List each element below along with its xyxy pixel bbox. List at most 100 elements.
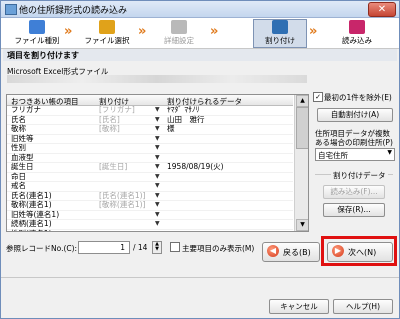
chevron-down-icon[interactable]: ▼: [155, 154, 160, 162]
step-assign: 割り付け: [253, 19, 307, 48]
exclude-first-label: 最初の1件を除外(E): [324, 93, 392, 102]
import-dialog: 他の住所録形式の読み込み ✕ ファイル種別 » ファイル選択 » 詳細設定 » …: [0, 0, 400, 319]
cell-assign[interactable]: [フリガナ]: [99, 106, 135, 114]
step-arrow-icon: »: [138, 24, 147, 39]
ref-total: / 14: [133, 243, 148, 252]
chevron-down-icon[interactable]: ▼: [155, 135, 160, 143]
cell-item: 旧姓等(連名1): [11, 209, 60, 219]
print-address-note: 住所項目データが複数ある場合の印刷住所(P): [315, 129, 393, 147]
cell-item: 敬称(連名1): [11, 200, 52, 209]
import-icon: [349, 20, 365, 34]
step-arrow-icon: »: [309, 24, 318, 39]
page-heading: 項目を割り付けます: [3, 49, 397, 61]
close-button[interactable]: ✕: [368, 2, 396, 17]
app-icon: [5, 4, 17, 15]
main-only-checkbox[interactable]: [170, 242, 180, 252]
table-row[interactable]: フリガナ [フリガナ] ▼ ﾔﾏﾀﾞ ﾏｻﾉﾘ: [7, 106, 293, 116]
scroll-down-icon[interactable]: ▼: [296, 219, 308, 231]
step-details: 詳細設定: [153, 20, 205, 47]
chevron-down-icon[interactable]: ▼: [155, 182, 160, 190]
chevron-down-icon[interactable]: ▼: [155, 211, 160, 219]
grid-scrollbar[interactable]: ▲ ▼: [294, 95, 308, 231]
cell-assign[interactable]: [敬称(連名1)]: [99, 201, 145, 209]
step-label: ファイル選択: [84, 36, 130, 45]
step-label: 読み込み: [342, 36, 372, 45]
table-row[interactable]: 性別 ▼: [7, 144, 293, 154]
table-row[interactable]: 誕生日 [誕生日] ▼ 1958/08/19(火): [7, 163, 293, 173]
cell-item: 誕生日: [11, 162, 34, 171]
help-button[interactable]: ヘルプ(H): [333, 299, 393, 314]
cell-data: 1958/08/19(火): [167, 162, 224, 171]
file-type-icon: [29, 20, 45, 34]
step-label: ファイル種別: [14, 36, 60, 45]
cancel-button[interactable]: キャンセル: [269, 299, 329, 314]
back-label: 戻る(B): [283, 248, 311, 257]
cell-assign[interactable]: [敬称]: [99, 125, 120, 133]
chevron-down-icon[interactable]: ▼: [155, 230, 160, 232]
print-address-value: 自宅住所: [318, 151, 348, 160]
ref-label: 参照レコードNo.(C):: [6, 244, 78, 253]
chevron-down-icon[interactable]: ▼: [155, 106, 160, 114]
auto-assign-button[interactable]: 自動割付け(A): [317, 108, 393, 122]
chevron-down-icon[interactable]: ▼: [155, 144, 160, 152]
chevron-down-icon[interactable]: ▼: [155, 220, 160, 228]
assign-data-label: 割り付けデータ: [331, 170, 388, 181]
chevron-down-icon[interactable]: ▼: [155, 163, 160, 171]
cell-item: フリガナ: [11, 105, 41, 114]
chevron-down-icon[interactable]: ▼: [155, 173, 160, 181]
cell-item: 敬称: [11, 124, 26, 133]
next-arrow-icon: ▶: [332, 245, 344, 257]
ref-record-input[interactable]: 1: [78, 241, 130, 254]
chevron-down-icon: ▼: [387, 149, 392, 156]
table-row[interactable]: 氏名 [氏名] ▼ 山田 雅行: [7, 114, 293, 125]
main-only-label: 主要項目のみ表示(M): [182, 244, 255, 253]
step-file-type: ファイル種別: [11, 20, 63, 47]
back-button[interactable]: ◀ 戻る(B): [262, 242, 320, 262]
chevron-down-icon[interactable]: ▼: [155, 125, 160, 133]
step-label: 割り付け: [265, 36, 295, 45]
table-row[interactable]: 性別(連名1) ▼: [7, 229, 293, 232]
ref-current-value: 1: [120, 243, 125, 252]
chevron-down-icon[interactable]: ▼: [155, 201, 160, 209]
cell-item: 旧姓等: [11, 133, 34, 143]
assignment-grid: おつきあい帳の項目 割り付け 割り付けられるデータ フリガナ [フリガナ] ▼ ﾔﾏﾀ…: [6, 94, 309, 232]
step-label: 詳細設定: [164, 36, 194, 45]
cell-assign[interactable]: [誕生日]: [99, 163, 127, 171]
cell-item: 氏名: [11, 114, 26, 124]
chevron-down-icon[interactable]: ▼: [155, 116, 160, 124]
cell-item: 命日: [11, 171, 26, 181]
chevron-down-icon[interactable]: ▼: [155, 192, 160, 200]
cell-assign[interactable]: [氏名]: [99, 115, 120, 124]
cell-item: 氏名(連名1): [11, 190, 52, 200]
exclude-first-checkbox[interactable]: ✓: [313, 92, 323, 102]
file-path-blurred: [7, 75, 307, 83]
step-import: 読み込み: [331, 20, 383, 47]
table-row[interactable]: 命日 ▼: [7, 171, 293, 182]
cell-data: 様: [167, 124, 175, 133]
save-button[interactable]: 保存(R)...: [323, 203, 385, 217]
cell-item: 続柄(連名1): [11, 219, 52, 228]
table-row[interactable]: 旧姓等 ▼: [7, 133, 293, 144]
next-label: 次へ(N): [348, 248, 377, 257]
grid-header: おつきあい帳の項目 割り付け 割り付けられるデータ: [7, 95, 293, 106]
ref-spinner[interactable]: ▲ ▼: [152, 241, 162, 254]
table-row[interactable]: 血液型 ▼: [7, 153, 293, 163]
page-heading-text: 項目を割り付けます: [7, 51, 79, 60]
back-arrow-icon: ◀: [267, 245, 279, 257]
scroll-up-icon[interactable]: ▲: [296, 95, 308, 107]
cell-data: ﾔﾏﾀﾞ ﾏｻﾉﾘ: [167, 105, 200, 114]
wizard-steps: ファイル種別 » ファイル選択 » 詳細設定 » 割り付け » 読み込み: [1, 18, 399, 49]
footer-divider: [1, 277, 399, 278]
next-button[interactable]: ▶ 次へ(N): [327, 242, 393, 262]
step-arrow-icon: »: [64, 24, 73, 39]
details-icon: [171, 20, 187, 34]
cell-data: 山田 雅行: [167, 114, 205, 124]
load-button[interactable]: 読み込み(F)...: [323, 185, 385, 199]
cell-assign[interactable]: [氏名(連名1)]: [99, 191, 145, 200]
table-row[interactable]: 敬称 [敬称] ▼ 様: [7, 125, 293, 135]
grid-body: フリガナ [フリガナ] ▼ ﾔﾏﾀﾞ ﾏｻﾉﾘ 氏名 [氏名] ▼ 山田 雅行敬称 [敬称] ▼ 様…: [7, 106, 293, 232]
file-select-icon: [99, 20, 115, 34]
scroll-thumb[interactable]: [296, 107, 308, 149]
reference-record-row: 参照レコードNo.(C): 1 / 14 ▲ ▼ 主要項目のみ表示(M): [6, 241, 306, 254]
print-address-select[interactable]: 自宅住所 ▼: [315, 148, 395, 161]
